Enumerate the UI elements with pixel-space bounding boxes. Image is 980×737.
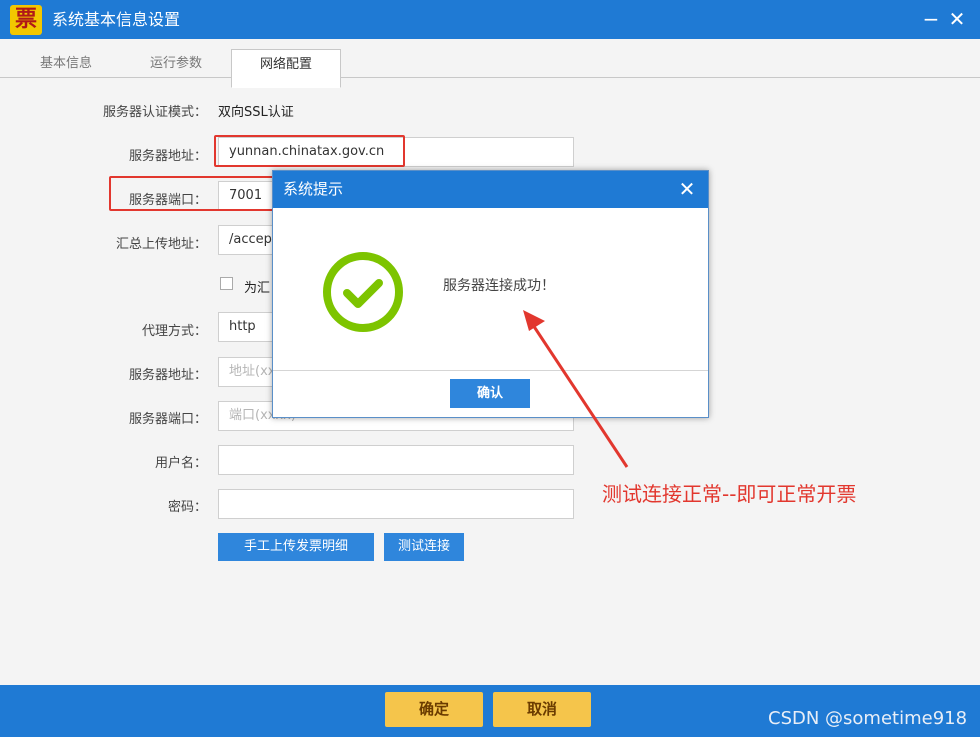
manual-upload-button[interactable]: 手工上传发票明细 <box>218 533 374 561</box>
password-label: 密码： <box>167 500 207 515</box>
proxy-mode-label: 代理方式： <box>141 324 207 339</box>
highlight-server-address <box>214 135 405 167</box>
check-circle-icon <box>323 252 403 332</box>
tab-run-params[interactable]: 运行参数 <box>126 49 226 78</box>
title-bar: 票 系统基本信息设置 − ✕ <box>0 0 980 39</box>
upload-address-label: 汇总上传地址： <box>115 237 207 252</box>
tab-basic-info[interactable]: 基本信息 <box>16 49 116 78</box>
highlight-server-port <box>109 176 275 211</box>
annotation-arrow-icon <box>523 310 629 468</box>
dialog-title: 系统提示 <box>283 180 344 198</box>
window-title: 系统基本信息设置 <box>52 10 181 29</box>
auth-mode-value: 双向SSL认证 <box>218 105 294 120</box>
proxy-address-label: 服务器地址： <box>128 368 207 383</box>
watermark: CSDN @sometime918 <box>768 708 968 729</box>
app-logo-icon: 票 <box>10 5 42 35</box>
dialog-header: 系统提示 ✕ <box>273 171 708 208</box>
tab-network-config[interactable]: 网络配置 <box>231 49 341 88</box>
server-address-label: 服务器地址： <box>128 149 207 164</box>
upload-checkbox[interactable] <box>220 277 233 290</box>
minimize-button[interactable]: − <box>918 6 944 32</box>
password-input[interactable] <box>218 489 574 519</box>
dialog-close-button[interactable]: ✕ <box>674 176 700 202</box>
auth-mode-label: 服务器认证模式： <box>102 105 207 120</box>
ok-button[interactable]: 确定 <box>385 692 483 727</box>
annotation-text: 测试连接正常--即可正常开票 <box>602 482 857 506</box>
tab-bar: 基本信息 运行参数 网络配置 <box>0 39 980 88</box>
system-prompt-dialog: 系统提示 ✕ 服务器连接成功！ 确认 <box>272 170 709 418</box>
close-button[interactable]: ✕ <box>944 6 970 32</box>
dialog-message: 服务器连接成功！ <box>443 278 555 294</box>
dialog-divider <box>273 370 708 371</box>
proxy-port-label: 服务器端口： <box>128 412 207 427</box>
upload-checkbox-label: 为汇 <box>244 281 271 296</box>
cancel-button[interactable]: 取消 <box>493 692 591 727</box>
test-connection-button[interactable]: 测试连接 <box>384 533 464 561</box>
username-label: 用户名： <box>154 456 207 471</box>
